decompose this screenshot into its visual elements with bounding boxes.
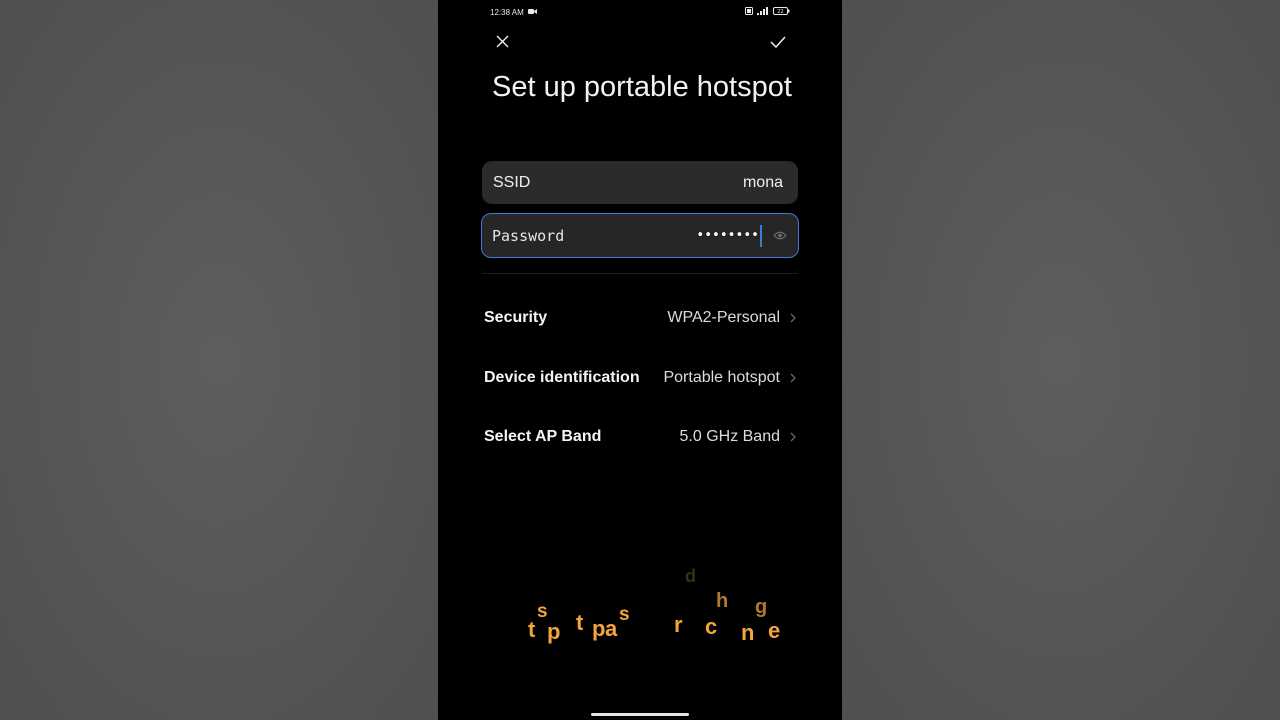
chevron-right-icon [790,432,798,442]
close-icon [496,35,509,53]
status-time: 12:38 AM [490,7,524,17]
overlay-letter: a [605,616,618,641]
ssid-value: mona [742,173,783,191]
battery-level: 22 [777,9,783,15]
password-value: •••••••• [696,228,759,243]
status-left: 12:38 AM [490,8,537,17]
battery-icon: 22 [773,7,790,17]
password-field[interactable]: Password •••••••• [481,213,799,258]
phone-screen: 12:38 AM 22 Set up portable hotspot SSID… [438,0,842,720]
device-identification-right: Portable hotspot [663,369,798,387]
divider [482,273,798,274]
overlay-letter: d [685,566,696,586]
show-password-button[interactable] [772,228,788,244]
overlay-letter: t [528,617,536,642]
text-caret [760,224,762,247]
sim-icon [745,7,753,17]
ssid-field[interactable]: SSID mona [482,161,798,204]
device-identification-value: Portable hotspot [663,369,780,386]
ap-band-value: 5.0 GHz Band [679,428,781,445]
overlay-letter: s [537,601,548,622]
blurred-background-left [0,0,438,720]
security-row[interactable]: Security WPA2-Personal [484,298,798,338]
password-label: Password [492,226,565,245]
security-value: WPA2-Personal [667,309,780,326]
status-right: 22 [745,7,790,17]
overlay-letter: r [674,612,683,637]
check-icon [770,35,786,53]
status-bar: 12:38 AM 22 [490,6,790,18]
ap-band-right: 5.0 GHz Band [680,428,799,446]
confirm-button[interactable] [765,31,791,57]
overlay-letter: c [705,614,718,639]
device-identification-row[interactable]: Device identification Portable hotspot [484,358,798,398]
ssid-label: SSID [493,173,531,191]
signal-icon [757,7,769,17]
ap-band-row[interactable]: Select AP Band 5.0 GHz Band [484,417,798,457]
overlay-letter: h [716,590,729,612]
ap-band-label: Select AP Band [484,428,602,445]
overlay-letter: p [547,619,561,644]
home-indicator[interactable] [591,713,689,716]
chevron-right-icon [790,373,798,383]
overlay-letter: p [592,616,606,641]
device-identification-label: Device identification [484,369,640,386]
overlay-letter: n [741,620,755,645]
video-icon [527,8,537,17]
overlay-letter: g [755,596,768,618]
security-right: WPA2-Personal [667,309,798,327]
overlay-letter: e [768,618,781,643]
page-title: Set up portable hotspot [492,71,792,103]
close-button[interactable] [489,31,515,57]
chevron-right-icon [790,313,798,323]
security-label: Security [484,309,548,326]
overlay-letter: s [619,604,630,625]
overlay-letter: t [576,610,584,635]
blurred-background-right [842,0,1280,720]
eye-icon [773,227,787,245]
